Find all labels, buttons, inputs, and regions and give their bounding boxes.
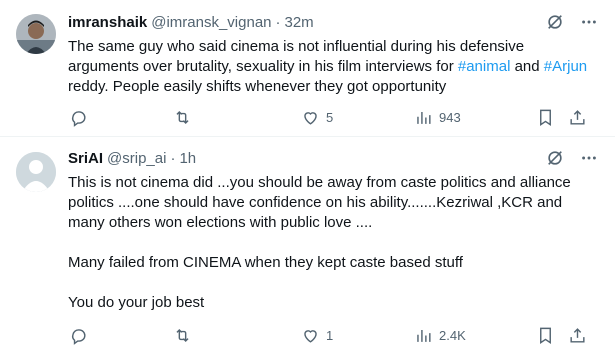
bookmark-icon xyxy=(540,327,551,344)
retweet-button[interactable] xyxy=(173,326,198,345)
tweet-actions: 5 943 xyxy=(56,108,599,128)
tweet-text: This is not cinema did ...you should be … xyxy=(68,173,599,313)
views-button[interactable]: 2.4K xyxy=(414,326,466,345)
views-icon xyxy=(417,111,431,124)
share-icon xyxy=(570,328,585,343)
like-icon xyxy=(304,112,317,125)
views-button[interactable]: 943 xyxy=(414,108,461,127)
display-name[interactable]: SriAI xyxy=(68,150,103,167)
tweet-header: SriAI @srip_ai · 1h xyxy=(68,148,599,168)
tweet-paragraph: Many failed from CINEMA when they kept c… xyxy=(68,254,463,271)
like-count: 5 xyxy=(326,110,334,125)
hashtag-link[interactable]: #Arjun xyxy=(544,58,587,75)
like-icon xyxy=(304,330,317,343)
tweet-text-segment: and xyxy=(510,58,544,75)
separator-dot: · xyxy=(170,149,176,167)
bookmark-icon xyxy=(540,109,551,126)
share-icon xyxy=(570,110,585,125)
tweet[interactable]: imranshaik @imransk_vignan · 32m The sam… xyxy=(0,0,615,137)
display-name[interactable]: imranshaik xyxy=(68,14,147,31)
more-icon[interactable] xyxy=(579,12,599,32)
user-handle[interactable]: @srip_ai xyxy=(107,150,166,167)
bookmark-button[interactable] xyxy=(536,326,555,345)
reply-icon xyxy=(71,329,86,345)
reply-button[interactable] xyxy=(69,326,94,345)
tweet-actions: 1 2.4K xyxy=(56,326,599,346)
share-button[interactable] xyxy=(568,326,587,345)
retweet-icon xyxy=(176,328,189,343)
timestamp[interactable]: 1h xyxy=(179,150,196,167)
timestamp[interactable]: 32m xyxy=(285,14,314,31)
bookmark-button[interactable] xyxy=(536,108,555,127)
tweet-paragraph: This is not cinema did ...you should be … xyxy=(68,174,571,231)
like-button[interactable]: 1 xyxy=(301,326,333,345)
retweet-button[interactable] xyxy=(173,108,198,127)
grok-icon[interactable] xyxy=(545,148,565,168)
more-icon[interactable] xyxy=(579,148,599,168)
share-button[interactable] xyxy=(568,108,587,127)
views-count: 2.4K xyxy=(439,328,466,343)
user-handle[interactable]: @imransk_vignan xyxy=(151,14,271,31)
hashtag-link[interactable]: #animal xyxy=(458,58,511,75)
like-count: 1 xyxy=(326,328,334,343)
views-count: 943 xyxy=(439,110,461,125)
reply-button[interactable] xyxy=(69,108,94,127)
avatar[interactable] xyxy=(16,152,56,192)
avatar[interactable] xyxy=(16,14,56,54)
like-button[interactable]: 5 xyxy=(301,108,333,127)
tweet[interactable]: SriAI @srip_ai · 1h This is not cinema d… xyxy=(0,137,615,354)
tweet-header: imranshaik @imransk_vignan · 32m xyxy=(68,12,599,32)
views-icon xyxy=(417,329,431,342)
grok-icon[interactable] xyxy=(545,12,565,32)
reply-icon xyxy=(71,111,86,127)
tweet-text-segment: reddy. People easily shifts whenever the… xyxy=(68,78,447,95)
separator-dot: · xyxy=(275,13,281,31)
tweet-paragraph: You do your job best xyxy=(68,294,205,311)
tweet-text-segment: The same guy who said cinema is not infl… xyxy=(68,38,525,75)
retweet-icon xyxy=(176,110,189,125)
tweet-text: The same guy who said cinema is not infl… xyxy=(68,37,599,97)
